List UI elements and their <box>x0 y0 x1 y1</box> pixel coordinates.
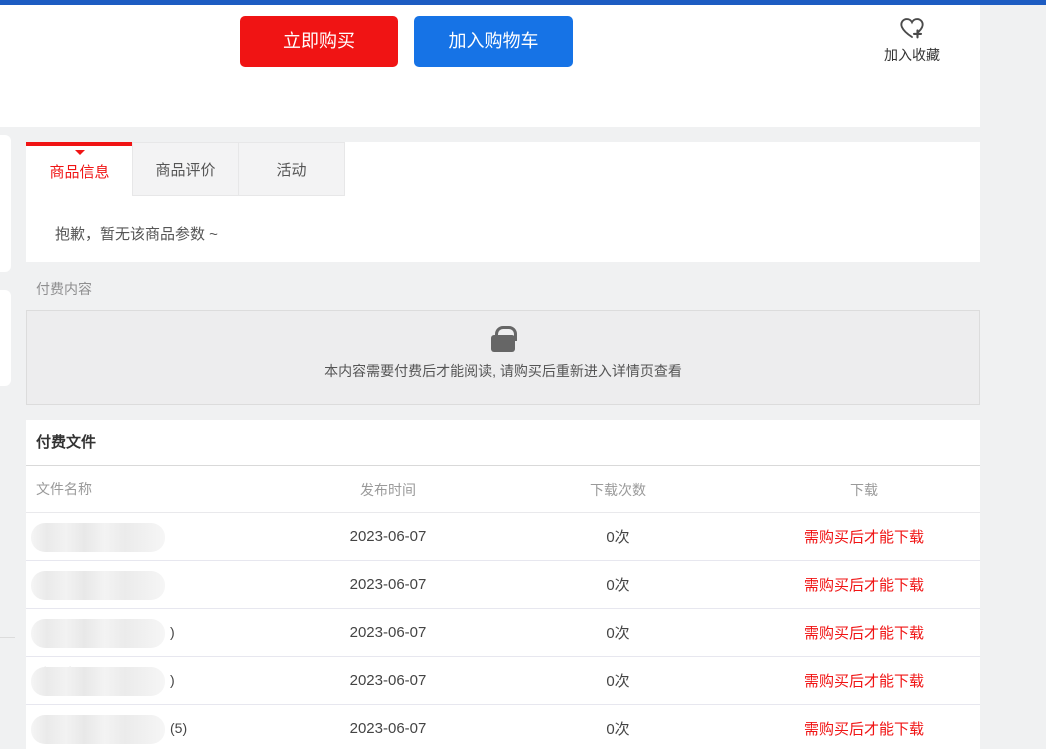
file-name-fragment: (5) <box>170 720 187 736</box>
tab-bar: 商品信息 商品评价 活动 <box>26 142 980 196</box>
table-row: 企业数 ) 2023-06-07 0次 需购买后才能下载 <box>26 657 980 705</box>
col-publish-time: 发布时间 <box>288 480 488 500</box>
redaction-blob <box>31 667 165 696</box>
file-name-redacted: 企业数 ) <box>26 657 288 704</box>
favorite-label: 加入收藏 <box>868 45 956 65</box>
publish-date: 2023-06-07 <box>288 528 488 545</box>
locked-content-box: 本内容需要付费后才能阅读, 请购买后重新进入详情页查看 <box>26 310 980 405</box>
col-file-name: 文件名称 <box>26 466 288 513</box>
file-name-redacted: (5) <box>26 705 288 749</box>
redaction-blob <box>31 619 165 648</box>
lock-icon <box>491 335 515 352</box>
redaction-blob <box>31 571 165 600</box>
redaction-blob <box>31 715 165 744</box>
download-link[interactable]: 需购买后才能下载 <box>804 625 924 642</box>
download-link[interactable]: 需购买后才能下载 <box>804 673 924 690</box>
download-link[interactable]: 需购买后才能下载 <box>804 529 924 546</box>
files-table-body: 2023-06-07 0次 需购买后才能下载 个 2023-06-07 0次 需… <box>26 513 980 749</box>
publish-date: 2023-06-07 <box>288 672 488 689</box>
left-cutoff-panel-bottom <box>0 290 11 386</box>
tab-activities[interactable]: 活动 <box>238 142 345 196</box>
redaction-blob <box>31 523 165 552</box>
table-row: 2023-06-07 0次 需购买后才能下载 <box>26 513 980 561</box>
tab-product-info[interactable]: 商品信息 <box>26 142 133 196</box>
no-parameters-notice: 抱歉，暂无该商品参数 ~ <box>26 196 980 244</box>
tab-product-reviews[interactable]: 商品评价 <box>132 142 239 196</box>
left-cutoff-divider <box>0 637 15 638</box>
file-name-redacted <box>26 513 288 560</box>
publish-date: 2023-06-07 <box>288 576 488 593</box>
table-row: ) 2023-06-07 0次 需购买后才能下载 <box>26 609 980 657</box>
file-name-fragment: ) <box>170 624 175 640</box>
paid-files-title: 付费文件 <box>26 420 980 466</box>
col-download: 下载 <box>748 480 980 500</box>
files-table-header: 文件名称 发布时间 下载次数 下载 <box>26 466 980 513</box>
product-detail-page: 立即购买 加入购物车 加入收藏 商品信息 商品评价 活动 抱歉，暂无该商品参数 … <box>0 0 1046 749</box>
add-to-favorites[interactable]: 加入收藏 <box>868 13 956 65</box>
download-link[interactable]: 需购买后才能下载 <box>804 721 924 738</box>
file-name-redacted: ) <box>26 609 288 656</box>
col-download-count: 下载次数 <box>488 480 748 500</box>
download-count: 0次 <box>488 718 748 739</box>
buy-now-button[interactable]: 立即购买 <box>240 16 398 67</box>
locked-message: 本内容需要付费后才能阅读, 请购买后重新进入详情页查看 <box>27 361 979 381</box>
publish-date: 2023-06-07 <box>288 720 488 737</box>
add-to-cart-button[interactable]: 加入购物车 <box>414 16 573 67</box>
purchase-area: 立即购买 加入购物车 加入收藏 <box>0 5 980 127</box>
paid-files-panel: 付费文件 文件名称 发布时间 下载次数 下载 2023-06-07 0次 需购买… <box>26 420 980 749</box>
file-name-fragment: ) <box>170 672 175 688</box>
download-link[interactable]: 需购买后才能下载 <box>804 577 924 594</box>
product-info-panel: 商品信息 商品评价 活动 抱歉，暂无该商品参数 ~ <box>26 142 980 262</box>
download-count: 0次 <box>488 670 748 691</box>
left-cutoff-panel-top <box>0 135 11 272</box>
heart-plus-icon <box>868 13 956 43</box>
download-count: 0次 <box>488 574 748 595</box>
file-name-redacted: 个 <box>26 561 288 608</box>
table-row: 个 2023-06-07 0次 需购买后才能下载 <box>26 561 980 609</box>
paid-content-label: 付费内容 <box>36 279 92 299</box>
publish-date: 2023-06-07 <box>288 624 488 641</box>
download-count: 0次 <box>488 526 748 547</box>
table-row: (5) 2023-06-07 0次 需购买后才能下载 <box>26 705 980 749</box>
download-count: 0次 <box>488 622 748 643</box>
